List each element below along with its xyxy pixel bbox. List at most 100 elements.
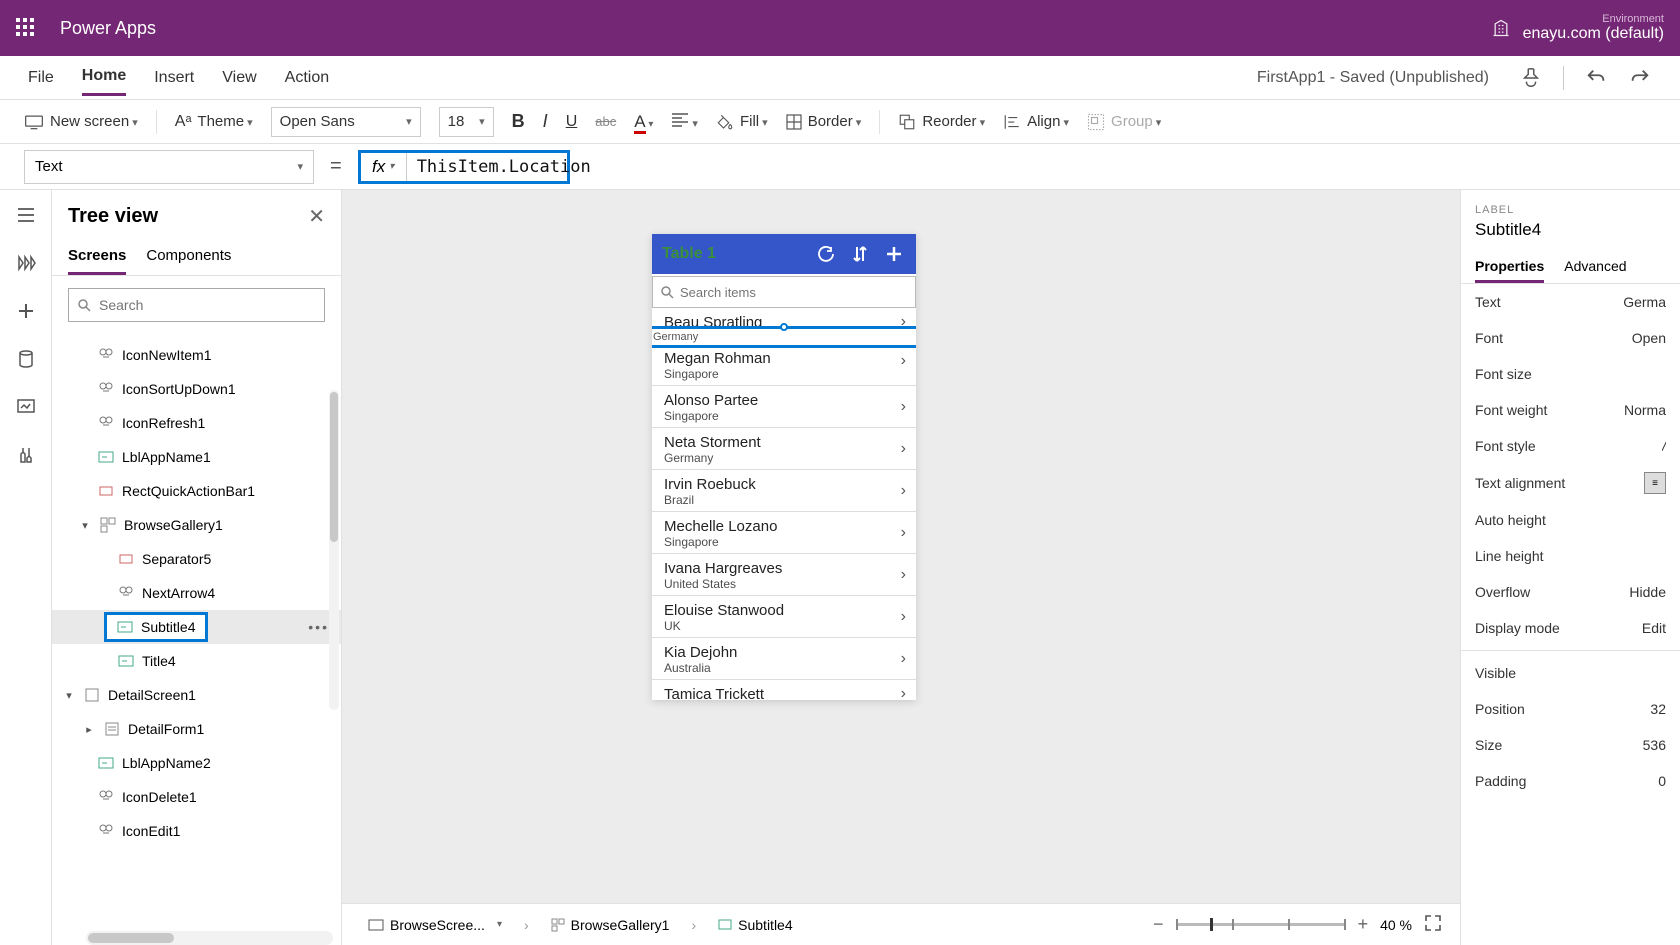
prop-display-mode[interactable]: Display modeEdit xyxy=(1461,610,1680,646)
fx-button[interactable]: fx ▾ xyxy=(361,153,407,181)
font-color-button[interactable]: A ▾ xyxy=(634,112,653,132)
prop-font-weight[interactable]: Font weightNorma xyxy=(1461,392,1680,428)
environment-picker[interactable]: Environment enayu.com (default) xyxy=(1491,13,1664,43)
breadcrumb-gallery[interactable]: BrowseGallery1 xyxy=(543,913,678,937)
prop-font-size[interactable]: Font size xyxy=(1461,356,1680,392)
font-family-select[interactable]: Open Sans▾ xyxy=(271,107,421,137)
tree-item-iconrefresh[interactable]: IconRefresh1 xyxy=(52,406,341,440)
tree-item-rectqab[interactable]: RectQuickActionBar1 xyxy=(52,474,341,508)
prop-padding[interactable]: Padding0 xyxy=(1461,763,1680,799)
tree-item-more-button[interactable]: ••• xyxy=(308,619,329,635)
list-item[interactable]: Megan RohmanSingapore› xyxy=(652,336,916,386)
list-item[interactable]: Beau Spratling Germany › xyxy=(652,308,916,336)
tree-item-title4[interactable]: Title4 xyxy=(52,644,341,678)
chevron-right-icon[interactable]: › xyxy=(901,685,906,701)
chevron-right-icon[interactable]: › xyxy=(901,608,906,626)
chevron-right-icon[interactable]: › xyxy=(901,398,906,416)
tree-item-iconsort[interactable]: IconSortUpDown1 xyxy=(52,372,341,406)
insert-icon[interactable] xyxy=(15,300,37,322)
tab-components[interactable]: Components xyxy=(146,239,231,275)
prop-font[interactable]: FontOpen xyxy=(1461,320,1680,356)
media-icon[interactable] xyxy=(15,396,37,418)
tab-advanced[interactable]: Advanced xyxy=(1564,252,1626,283)
zoom-in-button[interactable]: + xyxy=(1358,914,1369,935)
tree-view-icon[interactable] xyxy=(15,252,37,274)
prop-visible[interactable]: Visible xyxy=(1461,655,1680,691)
list-item[interactable]: Tamica Trickett› xyxy=(652,680,916,700)
group-button[interactable]: Group xyxy=(1087,113,1161,131)
add-icon[interactable] xyxy=(882,245,906,263)
tree-item-iconnew[interactable]: IconNewItem1 xyxy=(52,338,341,372)
prop-position[interactable]: Position32 xyxy=(1461,691,1680,727)
chevron-right-icon[interactable]: › xyxy=(901,524,906,542)
formula-input[interactable]: ThisItem.Location xyxy=(407,153,567,181)
tab-screens[interactable]: Screens xyxy=(68,239,126,275)
zoom-slider[interactable] xyxy=(1176,923,1346,926)
reorder-button[interactable]: Reorder xyxy=(898,113,985,131)
chevron-right-icon[interactable]: › xyxy=(901,566,906,584)
redo-button[interactable] xyxy=(1628,66,1652,90)
list-item[interactable]: Alonso ParteeSingapore› xyxy=(652,386,916,428)
menu-file[interactable]: File xyxy=(28,61,54,95)
app-checker-icon[interactable] xyxy=(1519,66,1543,90)
chevron-right-icon[interactable]: › xyxy=(901,650,906,668)
phone-search-input[interactable] xyxy=(680,285,907,300)
prop-text-align[interactable]: Text alignment ≡ xyxy=(1461,464,1680,502)
menu-view[interactable]: View xyxy=(222,61,256,95)
tree-horizontal-scrollbar[interactable] xyxy=(86,931,333,945)
hamburger-icon[interactable] xyxy=(15,204,37,226)
list-item[interactable]: Mechelle LozanoSingapore› xyxy=(652,512,916,554)
tree-item-subtitle[interactable]: Subtitle4 ••• xyxy=(52,610,341,644)
prop-auto-height[interactable]: Auto height xyxy=(1461,502,1680,538)
phone-search[interactable] xyxy=(652,276,916,308)
strikethrough-button[interactable]: abc xyxy=(595,114,616,129)
breadcrumb-control[interactable]: Subtitle4 xyxy=(710,913,800,937)
menu-action[interactable]: Action xyxy=(285,61,329,95)
property-selector[interactable]: Text▾ xyxy=(24,150,314,184)
list-item[interactable]: Irvin RoebuckBrazil› xyxy=(652,470,916,512)
prop-overflow[interactable]: OverflowHidde xyxy=(1461,574,1680,610)
border-button[interactable]: Border xyxy=(786,113,862,130)
tab-properties[interactable]: Properties xyxy=(1475,252,1544,283)
tree-item-detailform[interactable]: ▸DetailForm1 xyxy=(52,712,341,746)
sort-icon[interactable] xyxy=(848,245,872,263)
prop-font-style[interactable]: Font style/ xyxy=(1461,428,1680,464)
chevron-right-icon[interactable]: › xyxy=(901,313,906,331)
tree-item-lblapp1[interactable]: LblAppName1 xyxy=(52,440,341,474)
waffle-icon[interactable] xyxy=(16,18,36,38)
chevron-right-icon[interactable]: › xyxy=(901,352,906,370)
chevron-right-icon[interactable]: › xyxy=(901,440,906,458)
theme-button[interactable]: AᵃTheme xyxy=(175,113,253,131)
prop-line-height[interactable]: Line height xyxy=(1461,538,1680,574)
data-icon[interactable] xyxy=(15,348,37,370)
menu-insert[interactable]: Insert xyxy=(154,61,194,95)
tree-search[interactable] xyxy=(68,288,325,322)
align-buttons[interactable]: ≡ xyxy=(1644,472,1666,494)
list-item[interactable]: Ivana HargreavesUnited States› xyxy=(652,554,916,596)
underline-button[interactable]: U xyxy=(566,113,578,131)
new-screen-button[interactable]: New screen xyxy=(24,113,138,130)
tools-icon[interactable] xyxy=(15,444,37,466)
tree-item-browsegallery[interactable]: ▾BrowseGallery1 xyxy=(52,508,341,542)
resize-handle[interactable] xyxy=(780,323,788,331)
tree-item-detailscreen[interactable]: ▾DetailScreen1 xyxy=(52,678,341,712)
prop-text[interactable]: TextGerma xyxy=(1461,284,1680,320)
canvas-area[interactable]: Table 1 Beau Spratling Germany xyxy=(342,190,1460,945)
text-align-button[interactable] xyxy=(671,113,698,131)
tree-search-input[interactable] xyxy=(99,297,316,313)
prop-size[interactable]: Size536 xyxy=(1461,727,1680,763)
align-button[interactable]: Align xyxy=(1003,113,1069,131)
tree-item-lblapp2[interactable]: LblAppName2 xyxy=(52,746,341,780)
breadcrumb-screen[interactable]: BrowseScree...▾ xyxy=(360,913,510,937)
undo-button[interactable] xyxy=(1584,66,1608,90)
list-item[interactable]: Neta StormentGermany› xyxy=(652,428,916,470)
tree-item-nextarrow[interactable]: NextArrow4 xyxy=(52,576,341,610)
tree-item-separator[interactable]: Separator5 xyxy=(52,542,341,576)
font-size-select[interactable]: 18▾ xyxy=(439,107,494,137)
menu-home[interactable]: Home xyxy=(82,59,126,96)
align-left-button[interactable]: ≡ xyxy=(1644,472,1666,494)
fit-screen-button[interactable] xyxy=(1424,914,1442,935)
tree-vertical-scrollbar[interactable] xyxy=(329,390,339,710)
close-tree-button[interactable]: ✕ xyxy=(308,204,325,229)
refresh-icon[interactable] xyxy=(814,245,838,263)
